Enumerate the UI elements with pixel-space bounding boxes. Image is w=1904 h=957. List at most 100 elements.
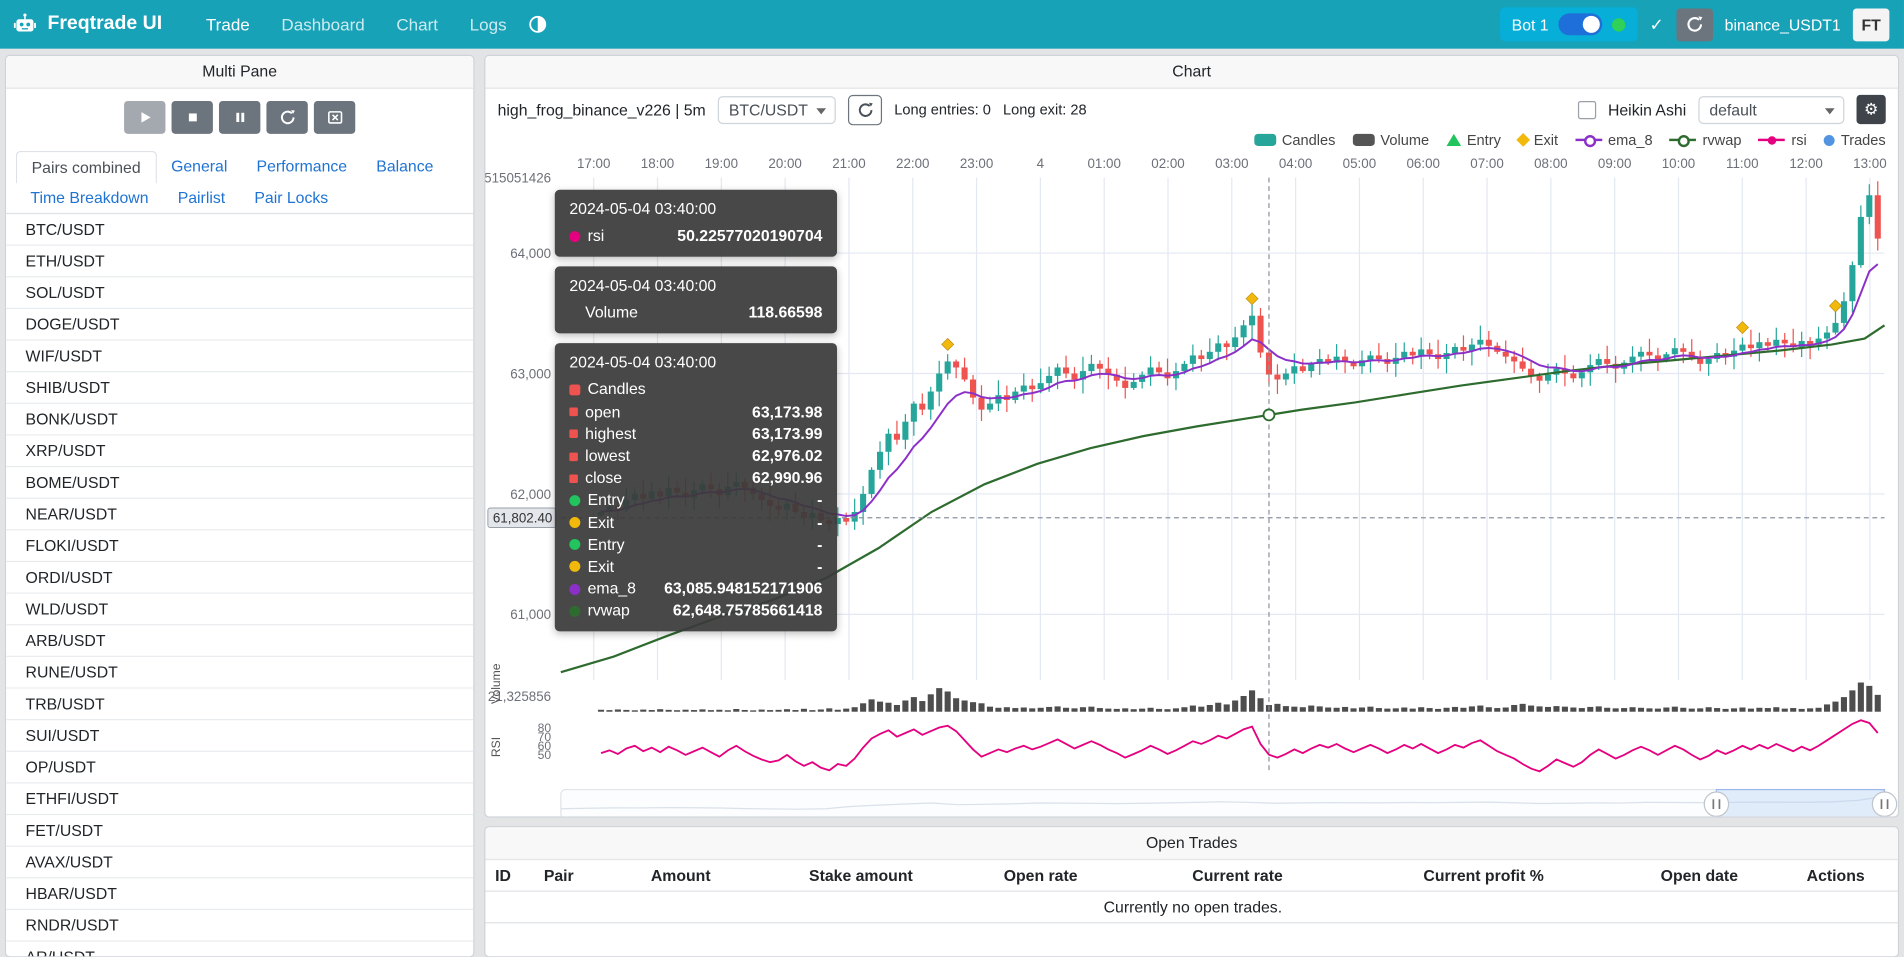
bot-selector[interactable]: Bot 1 bbox=[1499, 7, 1637, 41]
pair-row-bonk-usdt[interactable]: BONK/USDT bbox=[6, 404, 473, 436]
pair-row-doge-usdt[interactable]: DOGE/USDT bbox=[6, 309, 473, 341]
entry-series-marker-icon bbox=[569, 539, 580, 550]
svg-text:515051426: 515051426 bbox=[485, 170, 551, 185]
heikin-ashi-label: Heikin Ashi bbox=[1608, 100, 1686, 118]
pair-row-fet-usdt[interactable]: FET/USDT bbox=[6, 815, 473, 847]
legend-item-volume[interactable]: Volume bbox=[1352, 131, 1429, 148]
svg-text:17:00: 17:00 bbox=[577, 156, 610, 171]
plot-config-select[interactable]: default bbox=[1698, 96, 1844, 124]
pair-row-arb-usdt[interactable]: ARB/USDT bbox=[6, 625, 473, 657]
chart-legend: Candles Volume Entry Exit ema_8 rvwap rsi Trade… bbox=[485, 128, 1897, 152]
chart-toolbar: high_frog_binance_v226 | 5m BTC/USDT Lon… bbox=[485, 89, 1897, 128]
pair-row-rune-usdt[interactable]: RUNE/USDT bbox=[6, 657, 473, 689]
reload-bot-button[interactable] bbox=[1676, 8, 1712, 41]
tab-performance[interactable]: Performance bbox=[242, 151, 362, 183]
reload-button[interactable] bbox=[266, 101, 307, 134]
refresh-chart-button[interactable] bbox=[848, 94, 882, 124]
tab-general[interactable]: General bbox=[156, 151, 241, 183]
pair-row-ethfi-usdt[interactable]: ETHFI/USDT bbox=[6, 783, 473, 815]
legend-item-exit[interactable]: Exit bbox=[1518, 131, 1558, 148]
tab-balance[interactable]: Balance bbox=[362, 151, 448, 183]
column-header-open-rate: Open rate bbox=[994, 860, 1183, 891]
close-chart-button[interactable] bbox=[314, 101, 355, 134]
rsi-series-marker-icon bbox=[569, 231, 580, 242]
nav-item-chart[interactable]: Chart bbox=[396, 15, 438, 34]
pair-row-trb-usdt[interactable]: TRB/USDT bbox=[6, 689, 473, 721]
play-button[interactable] bbox=[124, 101, 165, 134]
legend-item-trades[interactable]: Trades bbox=[1824, 131, 1886, 148]
close-series-marker-icon bbox=[569, 474, 578, 483]
pair-row-near-usdt[interactable]: NEAR/USDT bbox=[6, 499, 473, 531]
tooltip-label: lowest bbox=[585, 445, 630, 467]
tooltip-value: - bbox=[817, 512, 822, 534]
pair-row-rndr-usdt[interactable]: RNDR/USDT bbox=[6, 910, 473, 942]
svg-text:23:00: 23:00 bbox=[960, 156, 993, 171]
pause-button[interactable] bbox=[219, 101, 260, 134]
pair-row-ar-usdt[interactable]: AR/USDT bbox=[6, 942, 473, 957]
legend-label: Entry bbox=[1467, 131, 1501, 148]
svg-text:64,000: 64,000 bbox=[510, 246, 551, 261]
tooltip-value: 63,173.98 bbox=[752, 401, 822, 423]
pair-row-avax-usdt[interactable]: AVAX/USDT bbox=[6, 847, 473, 879]
legend-item-rvwap[interactable]: rvwap bbox=[1670, 131, 1742, 148]
pair-row-floki-usdt[interactable]: FLOKI/USDT bbox=[6, 530, 473, 562]
tooltip-label: Candles bbox=[588, 379, 646, 401]
pair-row-sui-usdt[interactable]: SUI/USDT bbox=[6, 720, 473, 752]
tooltip-box-0: 2024-05-04 03:40:00rsi50.22577020190704 bbox=[555, 190, 837, 257]
ok-checkmark-icon: ✓ bbox=[1650, 14, 1664, 35]
datazoom-handle-right[interactable] bbox=[1872, 792, 1896, 816]
pair-row-eth-usdt[interactable]: ETH/USDT bbox=[6, 246, 473, 278]
pair-row-xrp-usdt[interactable]: XRP/USDT bbox=[6, 436, 473, 468]
theme-toggle-icon[interactable] bbox=[528, 15, 547, 34]
pair-row-shib-usdt[interactable]: SHIB/USDT bbox=[6, 372, 473, 404]
multi-pane-panel: Multi Pane Pairs combinedGeneralPerforma… bbox=[5, 55, 475, 957]
pair-row-wld-usdt[interactable]: WLD/USDT bbox=[6, 594, 473, 626]
tooltip-row-exit: Exit- bbox=[569, 512, 822, 534]
legend-label: rsi bbox=[1791, 131, 1806, 148]
tooltip-value: 62,648.75785661418 bbox=[673, 600, 823, 622]
pair-row-hbar-usdt[interactable]: HBAR/USDT bbox=[6, 878, 473, 910]
open-trades-empty-row: Currently no open trades. bbox=[485, 891, 1899, 923]
pair-row-ordi-usdt[interactable]: ORDI/USDT bbox=[6, 562, 473, 594]
svg-text:13:00: 13:00 bbox=[1853, 156, 1886, 171]
multi-pane-tabs: Pairs combinedGeneralPerformanceBalance T… bbox=[6, 144, 473, 215]
column-header-actions: Actions bbox=[1797, 860, 1899, 891]
plot-settings-gear-button[interactable]: ⚙ bbox=[1857, 95, 1886, 124]
app-brand[interactable]: Freqtrade UI bbox=[12, 12, 162, 38]
legend-item-ema_8[interactable]: ema_8 bbox=[1575, 131, 1653, 148]
pair-row-op-usdt[interactable]: OP/USDT bbox=[6, 752, 473, 784]
nav-item-trade[interactable]: Trade bbox=[206, 15, 250, 34]
column-header-pair: Pair bbox=[534, 860, 641, 891]
legend-label: Candles bbox=[1282, 131, 1336, 148]
user-avatar[interactable]: FT bbox=[1853, 8, 1889, 41]
chart-tooltip: 2024-05-04 03:40:00rsi50.225770201907042… bbox=[555, 190, 837, 642]
tab-pair-locks[interactable]: Pair Locks bbox=[240, 182, 343, 212]
svg-text:50: 50 bbox=[538, 748, 552, 762]
svg-text:09:00: 09:00 bbox=[1598, 156, 1631, 171]
datazoom-handle-left[interactable] bbox=[1704, 792, 1728, 816]
nav-links: Trade Dashboard Chart Logs bbox=[206, 15, 507, 34]
nav-item-dashboard[interactable]: Dashboard bbox=[281, 15, 364, 34]
legend-item-entry[interactable]: Entry bbox=[1446, 131, 1501, 148]
pair-row-btc-usdt[interactable]: BTC/USDT bbox=[6, 214, 473, 246]
pair-row-wif-usdt[interactable]: WIF/USDT bbox=[6, 341, 473, 373]
pair-row-bome-usdt[interactable]: BOME/USDT bbox=[6, 467, 473, 499]
open-series-marker-icon bbox=[569, 408, 578, 417]
tab-pairs-combined[interactable]: Pairs combined bbox=[16, 151, 157, 184]
legend-item-candles[interactable]: Candles bbox=[1254, 131, 1336, 148]
heikin-ashi-checkbox[interactable] bbox=[1578, 100, 1596, 118]
exit-marker-icon bbox=[1516, 133, 1530, 147]
tab-time-breakdown[interactable]: Time Breakdown bbox=[16, 182, 163, 212]
bot-toggle[interactable] bbox=[1558, 13, 1602, 35]
tooltip-row-candles: Candles bbox=[569, 379, 822, 401]
datazoom-slider[interactable] bbox=[561, 790, 1897, 818]
legend-item-rsi[interactable]: rsi bbox=[1759, 131, 1807, 148]
stop-button[interactable] bbox=[172, 101, 213, 134]
nav-item-logs[interactable]: Logs bbox=[470, 15, 507, 34]
pair-row-sol-usdt[interactable]: SOL/USDT bbox=[6, 277, 473, 309]
column-header-amount: Amount bbox=[641, 860, 799, 891]
pair-select[interactable]: BTC/USDT bbox=[718, 96, 836, 124]
tooltip-row-entry: Entry- bbox=[569, 489, 822, 511]
tab-pairlist[interactable]: Pairlist bbox=[163, 182, 240, 212]
column-header-current-profit-: Current profit % bbox=[1414, 860, 1651, 891]
